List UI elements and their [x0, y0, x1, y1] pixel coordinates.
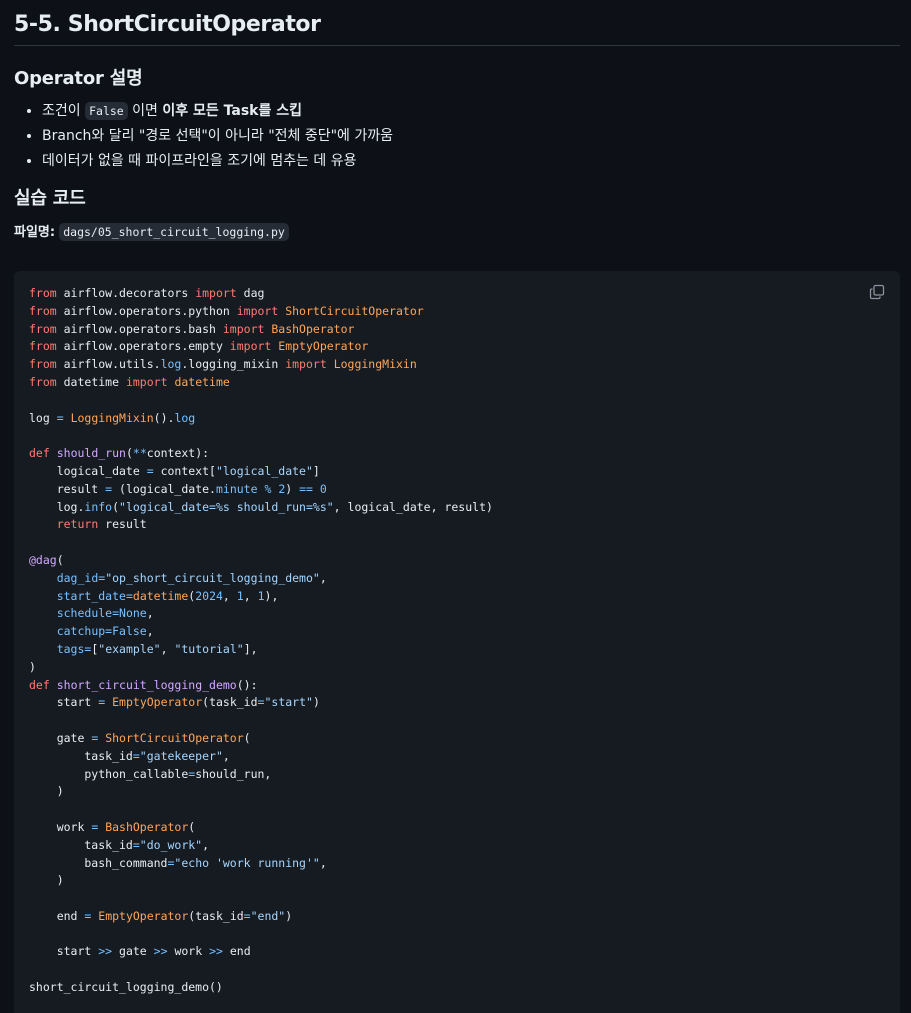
- page-title: 5-5. ShortCircuitOperator: [14, 0, 900, 46]
- filename-code: dags/05_short_circuit_logging.py: [59, 223, 289, 241]
- copy-icon: [869, 284, 885, 300]
- operator-description-heading: Operator 설명: [14, 68, 143, 89]
- list-item: Branch와 달리 "경로 선택"이 아니라 "전체 중단"에 가까움: [42, 128, 900, 145]
- bold-text: 이후 모든 Task를 스킵: [162, 103, 303, 119]
- bullet-text: 이면: [127, 103, 163, 119]
- filename-label: 파일명:: [14, 225, 56, 240]
- code-content: from airflow.decorators import dag from …: [29, 286, 493, 995]
- filename-line: 파일명: dags/05_short_circuit_logging.py: [14, 222, 900, 242]
- list-item: 데이터가 없을 때 파이프라인을 조기에 멈추는 데 유용: [42, 153, 900, 170]
- code-block: from airflow.decorators import dag from …: [14, 271, 900, 1013]
- bullet-text: 조건이: [42, 103, 86, 119]
- markdown-page: 5-5. ShortCircuitOperator Operator 설명 조건…: [0, 0, 911, 242]
- practice-code-heading: 실습 코드: [14, 188, 86, 209]
- list-item: 조건이 False 이면 이후 모든 Task를 스킵: [42, 102, 900, 120]
- inline-code: False: [85, 102, 128, 120]
- operator-description-list: 조건이 False 이면 이후 모든 Task를 스킵 Branch와 달리 "…: [14, 102, 900, 170]
- copy-button[interactable]: [866, 281, 888, 303]
